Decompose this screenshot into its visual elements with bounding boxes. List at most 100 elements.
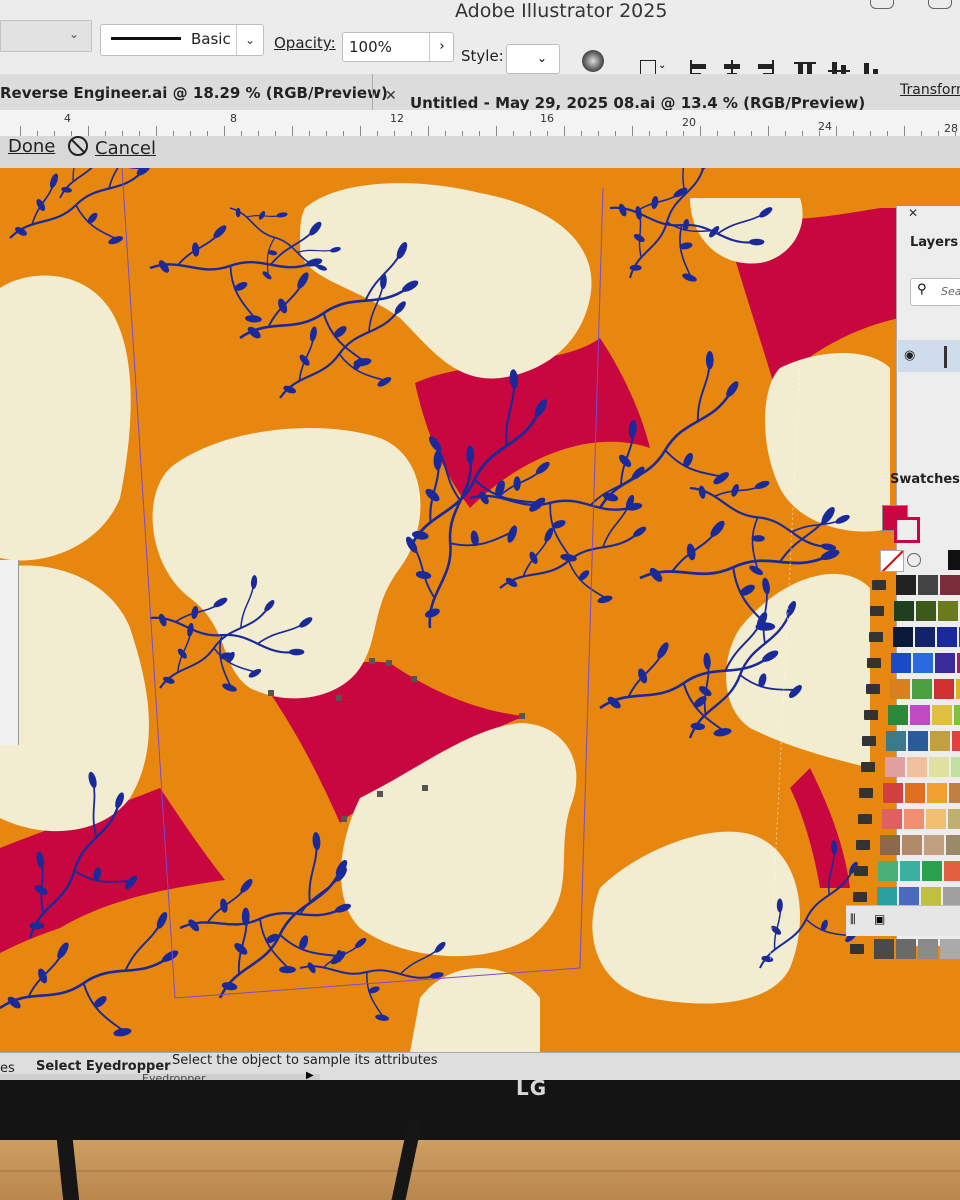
swatch[interactable] (940, 575, 960, 595)
swatch[interactable] (884, 757, 905, 777)
swatches-panel-title[interactable]: Swatches (890, 472, 960, 487)
swatch-group-folder-icon[interactable] (865, 684, 880, 694)
swatch-group-folder-icon[interactable] (870, 606, 885, 616)
swatch[interactable] (933, 679, 954, 699)
swatch[interactable] (878, 861, 899, 881)
swatch[interactable] (873, 939, 894, 959)
stroke-color-swatch[interactable] (894, 517, 920, 543)
swatch-group-folder-icon[interactable] (857, 814, 872, 824)
swatch-group-folder-icon[interactable] (854, 866, 869, 876)
swatch[interactable] (927, 783, 948, 803)
tab-reverse-engineer[interactable]: Reverse Engineer.ai @ 18.29 % (RGB/Previ… (0, 84, 388, 102)
swatch[interactable] (930, 731, 951, 751)
swatch[interactable] (881, 809, 902, 829)
transform-link[interactable]: Transform (900, 82, 960, 98)
chevron-down-icon[interactable]: ⌄ (236, 25, 263, 55)
swatch[interactable] (944, 861, 960, 881)
black-swatch[interactable] (948, 550, 960, 570)
chevron-right-icon[interactable]: › (429, 33, 454, 61)
swatch[interactable] (935, 653, 956, 673)
play-icon[interactable]: ▶ (306, 1070, 314, 1080)
swatch[interactable] (883, 783, 904, 803)
swatch[interactable] (955, 679, 960, 699)
swatch[interactable] (917, 939, 938, 959)
swatch[interactable] (903, 809, 924, 829)
ruler-tick (428, 126, 429, 136)
swatch[interactable] (892, 627, 913, 647)
swatch[interactable] (920, 887, 941, 907)
registration-swatch[interactable] (904, 550, 924, 570)
swatch[interactable] (954, 705, 960, 725)
swatch[interactable] (895, 939, 916, 959)
fill-dropdown[interactable]: ⌄ (0, 20, 92, 52)
swatch[interactable] (949, 783, 960, 803)
swatch[interactable] (939, 939, 960, 959)
swatch[interactable] (906, 757, 927, 777)
search-icon: ⚲ (917, 282, 927, 297)
recolor-artwork-icon[interactable] (582, 50, 604, 72)
visibility-eye-icon[interactable]: ◉ (904, 348, 915, 363)
swatch[interactable] (908, 731, 929, 751)
swatch[interactable] (918, 575, 938, 595)
swatch-group-folder-icon[interactable] (864, 710, 878, 720)
close-icon[interactable]: ✕ (385, 88, 397, 104)
swatch[interactable] (950, 757, 960, 777)
swatch[interactable] (891, 653, 912, 673)
swatch[interactable] (911, 679, 932, 699)
swatch-group-folder-icon[interactable] (852, 892, 867, 902)
ruler-tick (632, 126, 633, 136)
swatch[interactable] (902, 835, 922, 855)
swatch[interactable] (936, 627, 957, 647)
window-control-icon[interactable] (928, 0, 952, 9)
none-swatch[interactable] (880, 550, 904, 572)
swatch-group-folder-icon[interactable] (868, 632, 883, 642)
swatch[interactable] (886, 731, 907, 751)
swatch-group-folder-icon[interactable] (856, 840, 870, 850)
done-button[interactable]: Done (8, 136, 55, 157)
swatch[interactable] (928, 757, 949, 777)
stroke-profile-select[interactable]: Basic ⌄ (100, 24, 264, 56)
swatch[interactable] (894, 601, 915, 621)
layers-header-row (898, 318, 960, 341)
window-control-icon[interactable] (870, 0, 894, 9)
close-icon[interactable]: ✕ (908, 206, 918, 220)
swatch[interactable] (947, 809, 960, 829)
layers-panel-title[interactable]: Layers (910, 235, 958, 250)
swatch[interactable] (889, 679, 910, 699)
opacity-label[interactable]: Opacity: (274, 34, 336, 52)
swatch[interactable] (914, 627, 935, 647)
swatch[interactable] (942, 887, 960, 907)
swatch[interactable] (932, 705, 952, 725)
swatch[interactable] (946, 835, 960, 855)
swatch[interactable] (952, 731, 960, 751)
swatch[interactable] (888, 705, 908, 725)
swatch-group-folder-icon[interactable] (859, 788, 874, 798)
swatch-group-folder-icon[interactable] (860, 762, 875, 772)
artboard-canvas[interactable] (0, 168, 960, 1052)
swatch-group-folder-icon[interactable] (867, 658, 882, 668)
swatch[interactable] (924, 835, 944, 855)
opacity-field[interactable]: 100% › (342, 32, 454, 62)
style-select[interactable]: ⌄ (506, 44, 560, 74)
cancel-button[interactable]: Cancel (95, 138, 156, 159)
swatch-libraries-icon[interactable]: ⫼ (850, 912, 856, 927)
swatch[interactable] (922, 861, 943, 881)
layers-search-input[interactable]: ⚲ Sear (910, 278, 960, 306)
swatch[interactable] (896, 575, 916, 595)
swatch[interactable] (910, 705, 930, 725)
layer-row[interactable]: ◉ (898, 340, 960, 372)
swatch[interactable] (916, 601, 937, 621)
swatch-group-folder-icon[interactable] (862, 736, 877, 746)
style-label: Style: (461, 47, 504, 65)
swatch[interactable] (925, 809, 946, 829)
swatch-group-folder-icon[interactable] (849, 944, 864, 954)
swatch[interactable] (898, 887, 919, 907)
swatch[interactable] (880, 835, 900, 855)
swatch[interactable] (913, 653, 934, 673)
swatch-group-folder-icon[interactable] (872, 580, 886, 590)
swatch[interactable] (900, 861, 921, 881)
swatch[interactable] (938, 601, 959, 621)
swatch[interactable] (876, 887, 897, 907)
show-kinds-icon[interactable]: ▣ (874, 912, 885, 926)
swatch[interactable] (905, 783, 926, 803)
